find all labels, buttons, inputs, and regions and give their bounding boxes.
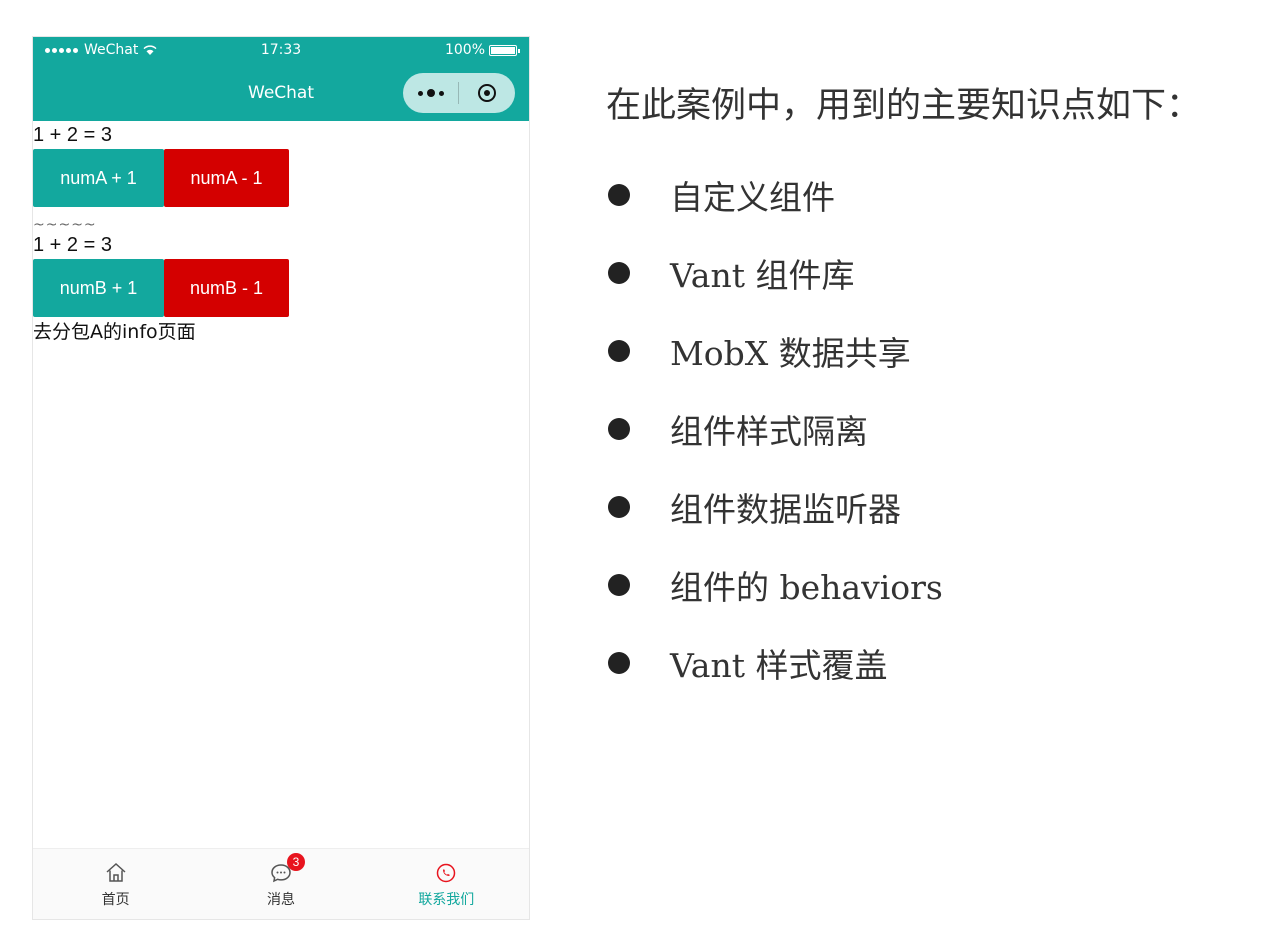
knowledge-points-list: 自定义组件 Vant 组件库 MobX 数据共享 组件样式隔离 组件数据监听器 … bbox=[606, 156, 1266, 702]
tab-home[interactable]: 首页 bbox=[33, 849, 198, 919]
list-item: 组件样式隔离 bbox=[606, 390, 1266, 468]
list-item: Vant 样式覆盖 bbox=[606, 624, 1266, 702]
phone-icon bbox=[437, 863, 456, 883]
tab-home-label: 首页 bbox=[101, 892, 130, 908]
message-badge: 3 bbox=[286, 853, 305, 871]
notes-panel: 在此案例中，用到的主要知识点如下： 自定义组件 Vant 组件库 MobX 数据… bbox=[606, 78, 1266, 702]
bullet-icon bbox=[608, 184, 630, 206]
target-icon bbox=[478, 84, 496, 102]
tab-bar: 首页 3 消息 联系我们 bbox=[33, 848, 529, 919]
equation-a: 1 + 2 = 3 bbox=[33, 124, 112, 146]
button-row-a: numA + 1 numA - 1 bbox=[33, 149, 529, 207]
bullet-icon bbox=[608, 652, 630, 674]
separator-text: ~~~~~ bbox=[33, 217, 97, 233]
status-bar: WeChat 17:33 100% bbox=[33, 37, 529, 65]
list-item-text: 组件的 behaviors bbox=[670, 568, 943, 607]
list-item-text: 组件样式隔离 bbox=[670, 412, 868, 451]
nav-bar: WeChat bbox=[33, 65, 529, 121]
close-miniprogram-button[interactable] bbox=[459, 73, 515, 113]
list-item-text: Vant 组件库 bbox=[670, 256, 855, 295]
bullet-icon bbox=[608, 574, 630, 596]
list-item-text: Vant 样式覆盖 bbox=[670, 646, 888, 685]
page-content: 1 + 2 = 3 numA + 1 numA - 1 ~~~~~ 1 + 2 … bbox=[33, 121, 529, 347]
bullet-icon bbox=[608, 496, 630, 518]
numa-plus-button[interactable]: numA + 1 bbox=[33, 149, 164, 207]
tab-messages-label: 消息 bbox=[266, 892, 295, 908]
list-item-text: 自定义组件 bbox=[670, 178, 835, 217]
bullet-icon bbox=[608, 418, 630, 440]
list-item-text: MobX 数据共享 bbox=[670, 334, 911, 373]
list-item-text: 组件数据监听器 bbox=[670, 490, 901, 529]
capsule-menu bbox=[403, 73, 515, 113]
tab-contact[interactable]: 联系我们 bbox=[364, 849, 529, 919]
notes-heading: 在此案例中，用到的主要知识点如下： bbox=[606, 86, 1202, 126]
tab-contact-label: 联系我们 bbox=[418, 892, 475, 908]
subpackage-info-link[interactable]: 去分包A的info页面 bbox=[33, 317, 529, 347]
numa-minus-button[interactable]: numA - 1 bbox=[164, 149, 289, 207]
status-right: 100% bbox=[444, 42, 520, 58]
list-item: Vant 组件库 bbox=[606, 234, 1266, 312]
list-item: 组件的 behaviors bbox=[606, 546, 1266, 624]
home-icon bbox=[106, 862, 126, 882]
bullet-icon bbox=[608, 340, 630, 362]
battery-percent: 100% bbox=[444, 42, 485, 58]
bullet-icon bbox=[608, 262, 630, 284]
list-item: 组件数据监听器 bbox=[606, 468, 1266, 546]
tab-messages[interactable]: 3 消息 bbox=[198, 849, 363, 919]
equation-b: 1 + 2 = 3 bbox=[33, 234, 112, 256]
list-item: 自定义组件 bbox=[606, 156, 1266, 234]
numb-plus-button[interactable]: numB + 1 bbox=[33, 259, 164, 317]
numb-minus-button[interactable]: numB - 1 bbox=[164, 259, 289, 317]
phone-mockup: WeChat 17:33 100% WeChat 1 + 2 = 3 numA bbox=[32, 36, 530, 920]
battery-icon bbox=[489, 44, 520, 56]
list-item: MobX 数据共享 bbox=[606, 312, 1266, 390]
button-row-b: numB + 1 numB - 1 bbox=[33, 259, 529, 317]
more-icon[interactable] bbox=[403, 73, 458, 113]
